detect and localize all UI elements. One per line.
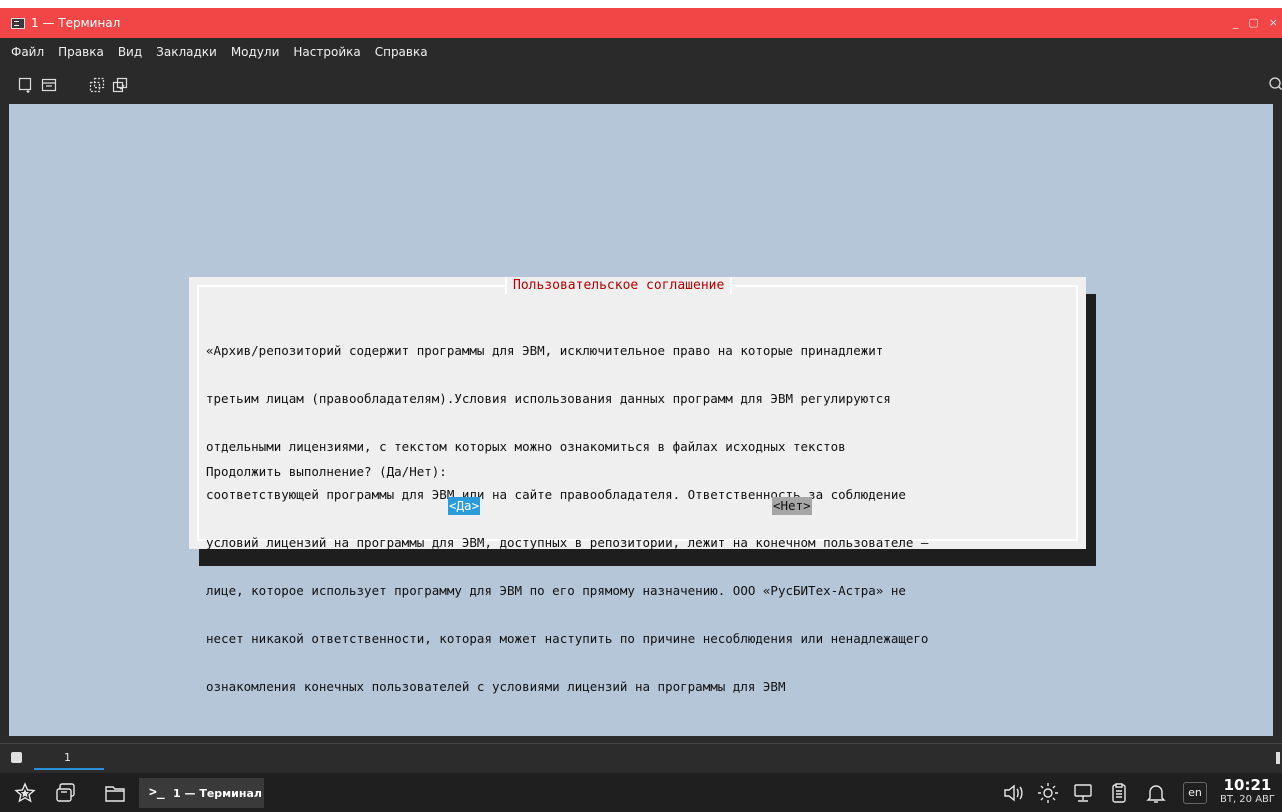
tab-label: 1: [64, 750, 71, 764]
menu-file[interactable]: Файл: [11, 45, 44, 59]
clock[interactable]: 10:21 ВТ, 20 АВГ: [1215, 777, 1280, 806]
terminal-icon: >_: [149, 785, 165, 800]
copy-icon[interactable]: [112, 77, 128, 93]
new-tab-icon[interactable]: [18, 77, 34, 93]
terminal-left-border: [0, 104, 9, 736]
menu-plugins[interactable]: Модули: [231, 45, 280, 59]
terminal-app-icon: [11, 17, 25, 29]
menu-edit[interactable]: Правка: [58, 45, 104, 59]
dialog-body: «Архив/репозиторий содержит программы дл…: [206, 311, 1066, 727]
tab-scroll-marker: [1276, 752, 1280, 764]
tab-1[interactable]: 1: [34, 746, 104, 770]
brightness-icon[interactable]: [1036, 781, 1060, 805]
toolbar: [0, 66, 1282, 104]
clock-date: ВТ, 20 АВГ: [1219, 794, 1276, 805]
dialog-prompt: Продолжить выполнение? (Да/Нет):: [206, 464, 447, 479]
minimize-button[interactable]: _: [1233, 16, 1239, 29]
menu-help[interactable]: Справка: [375, 45, 428, 59]
file-manager-icon[interactable]: [104, 782, 126, 804]
menu-view[interactable]: Вид: [118, 45, 142, 59]
detach-icon[interactable]: [89, 77, 105, 93]
dialog-line: «Архив/репозиторий содержит программы дл…: [206, 343, 884, 358]
close-button[interactable]: ×: [1269, 16, 1278, 29]
network-icon[interactable]: [1071, 781, 1095, 805]
dialog-line: отдельными лицензиями, с текстом которых…: [206, 439, 846, 454]
volume-icon[interactable]: [1001, 781, 1025, 805]
clipboard-icon[interactable]: [1107, 781, 1131, 805]
tab-bar: 1: [0, 743, 1282, 773]
terminal-right-border: [1273, 104, 1282, 736]
menu-settings[interactable]: Настройка: [293, 45, 360, 59]
notifications-icon[interactable]: [1144, 781, 1168, 805]
taskbar-terminal-window[interactable]: >_ 1 — Терминал: [139, 778, 264, 808]
maximize-button[interactable]: ▢: [1248, 16, 1258, 29]
desktops-icon[interactable]: [55, 782, 77, 804]
split-view-icon[interactable]: [41, 77, 57, 93]
dialog-line: третьим лицам (правообладателям).Условия…: [206, 391, 891, 406]
dialog-line: несет никакой ответственности, которая м…: [206, 631, 929, 646]
start-menu-star-icon[interactable]: [14, 782, 36, 804]
top-strip: [0, 0, 1282, 8]
search-icon[interactable]: [1264, 76, 1282, 94]
dialog-line: соответствующей программы для ЭВМ или на…: [206, 487, 906, 502]
dialog-line: лице, которое использует программу для Э…: [206, 583, 906, 598]
dialog-line: ознакомления конечных пользователей с ус…: [206, 679, 786, 694]
window-titlebar[interactable]: 1 — Терминал _ ▢ ×: [0, 8, 1282, 38]
window-title: 1 — Терминал: [31, 16, 121, 30]
terminal-tab-icon[interactable]: [11, 752, 22, 763]
license-dialog: Пользовательское соглашение «Архив/репоз…: [189, 277, 1086, 694]
no-button[interactable]: <Нет>: [772, 497, 812, 515]
taskbar: >_ 1 — Терминал en 10:21 ВТ, 20 АВГ: [0, 773, 1282, 812]
window-controls: _ ▢ ×: [1233, 16, 1278, 29]
menu-bookmarks[interactable]: Закладки: [156, 45, 217, 59]
clock-time: 10:21: [1223, 776, 1272, 794]
taskbar-window-title: 1 — Терминал: [173, 786, 262, 800]
dialog-line: условий лицензий на программы для ЭВМ, д…: [206, 535, 929, 550]
dialog-title: Пользовательское соглашение: [505, 277, 733, 294]
yes-button[interactable]: <Да>: [448, 497, 481, 515]
keyboard-layout-indicator[interactable]: en: [1183, 782, 1207, 804]
menu-bar: Файл Правка Вид Закладки Модули Настройк…: [0, 38, 1282, 66]
